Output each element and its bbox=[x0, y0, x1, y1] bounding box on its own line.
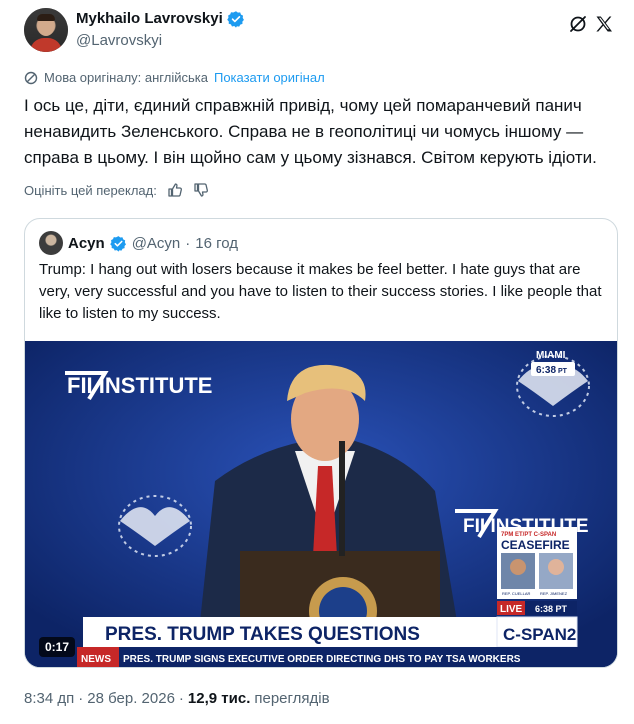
clock-suffix: PT bbox=[558, 368, 568, 375]
network-text: C-SPAN2 bbox=[503, 625, 576, 644]
grok-icon[interactable] bbox=[568, 14, 588, 34]
video-frame: FII INSTITUTE FII INSTITUTE MIAMI 6:38 P… bbox=[25, 341, 617, 667]
clock-text: 6:38 bbox=[536, 365, 556, 376]
author-block: Mykhailo Lavrovskyi @Lavrovskyi bbox=[76, 9, 245, 51]
quoted-post-text: Trump: I hang out with losers because it… bbox=[39, 261, 602, 322]
views-count: 12,9 тис. bbox=[187, 690, 251, 707]
thumbs-down-icon[interactable] bbox=[193, 182, 209, 198]
original-language-label: Мова оригіналу: англійська bbox=[44, 70, 208, 85]
rate-label: Оцініть цей переклад: bbox=[24, 182, 157, 198]
video-duration: 0:17 bbox=[39, 637, 76, 657]
post-text: І ось це, діти, єдиний справжній привід,… bbox=[24, 96, 597, 167]
quoted-author-handle[interactable]: @Acyn bbox=[132, 235, 181, 252]
author-name[interactable]: Mykhailo Lavrovskyi bbox=[76, 9, 223, 29]
live-text: LIVE bbox=[500, 604, 523, 615]
verified-badge-icon bbox=[109, 235, 126, 252]
translate-icon bbox=[24, 71, 38, 84]
x-logo-icon[interactable] bbox=[594, 14, 614, 34]
ticker-text: PRES. TRUMP SIGNS EXECUTIVE ORDER DIRECT… bbox=[123, 654, 521, 665]
verified-badge-icon bbox=[226, 11, 244, 28]
author-handle[interactable]: @Lavrovskyi bbox=[76, 31, 245, 51]
ceasefire-title: CEASEFIRE bbox=[501, 538, 570, 552]
quoted-avatar[interactable] bbox=[39, 231, 63, 255]
quoted-post-header: Acyn @Acyn · 16 год bbox=[39, 231, 238, 255]
location-text: MIAMI bbox=[536, 350, 566, 361]
quoted-author-name[interactable]: Acyn bbox=[68, 235, 105, 252]
quoted-post-time[interactable]: 16 год bbox=[195, 235, 238, 252]
post-footer: 8:34 дп · 28 бер. 2026 · 12,9 тис. перег… bbox=[24, 690, 330, 707]
ceasefire-promo: 7PM ET/PT C-SPAN CEASEFIRE REP. CUELLAR … bbox=[497, 527, 577, 599]
headline-text: PRES. TRUMP TAKES QUESTIONS bbox=[105, 624, 420, 645]
rate-translation: Оцініть цей переклад: bbox=[24, 182, 209, 198]
post-time[interactable]: 8:34 дп bbox=[24, 690, 74, 707]
translation-notice: Мова оригіналу: англійська Показати ориг… bbox=[24, 70, 325, 85]
footer-dot: · bbox=[78, 690, 84, 707]
footer-dot: · bbox=[178, 690, 184, 707]
live-time: 6:38 PT bbox=[535, 604, 568, 614]
post-date[interactable]: 28 бер. 2026 bbox=[87, 690, 175, 707]
fii-logo-left: FII INSTITUTE bbox=[65, 371, 212, 401]
video-player[interactable]: FII INSTITUTE FII INSTITUTE MIAMI 6:38 P… bbox=[25, 341, 617, 667]
brand-left-text: FII INSTITUTE bbox=[67, 373, 212, 398]
avatar[interactable] bbox=[24, 8, 68, 52]
views-label: переглядів bbox=[254, 690, 330, 707]
rep-right: REP. JIMENEZ bbox=[540, 591, 568, 596]
show-original-link[interactable]: Показати оригінал bbox=[214, 70, 325, 85]
quoted-post[interactable]: Acyn @Acyn · 16 год Trump: I hang out wi… bbox=[24, 218, 618, 668]
ticker-label: NEWS bbox=[81, 654, 111, 665]
thumbs-up-icon[interactable] bbox=[167, 182, 183, 198]
author-name-row[interactable]: Mykhailo Lavrovskyi bbox=[76, 9, 245, 29]
rep-left: REP. CUELLAR bbox=[502, 591, 530, 596]
post-header: Mykhailo Lavrovskyi @Lavrovskyi bbox=[24, 8, 614, 56]
meta-separator: · bbox=[185, 234, 191, 252]
